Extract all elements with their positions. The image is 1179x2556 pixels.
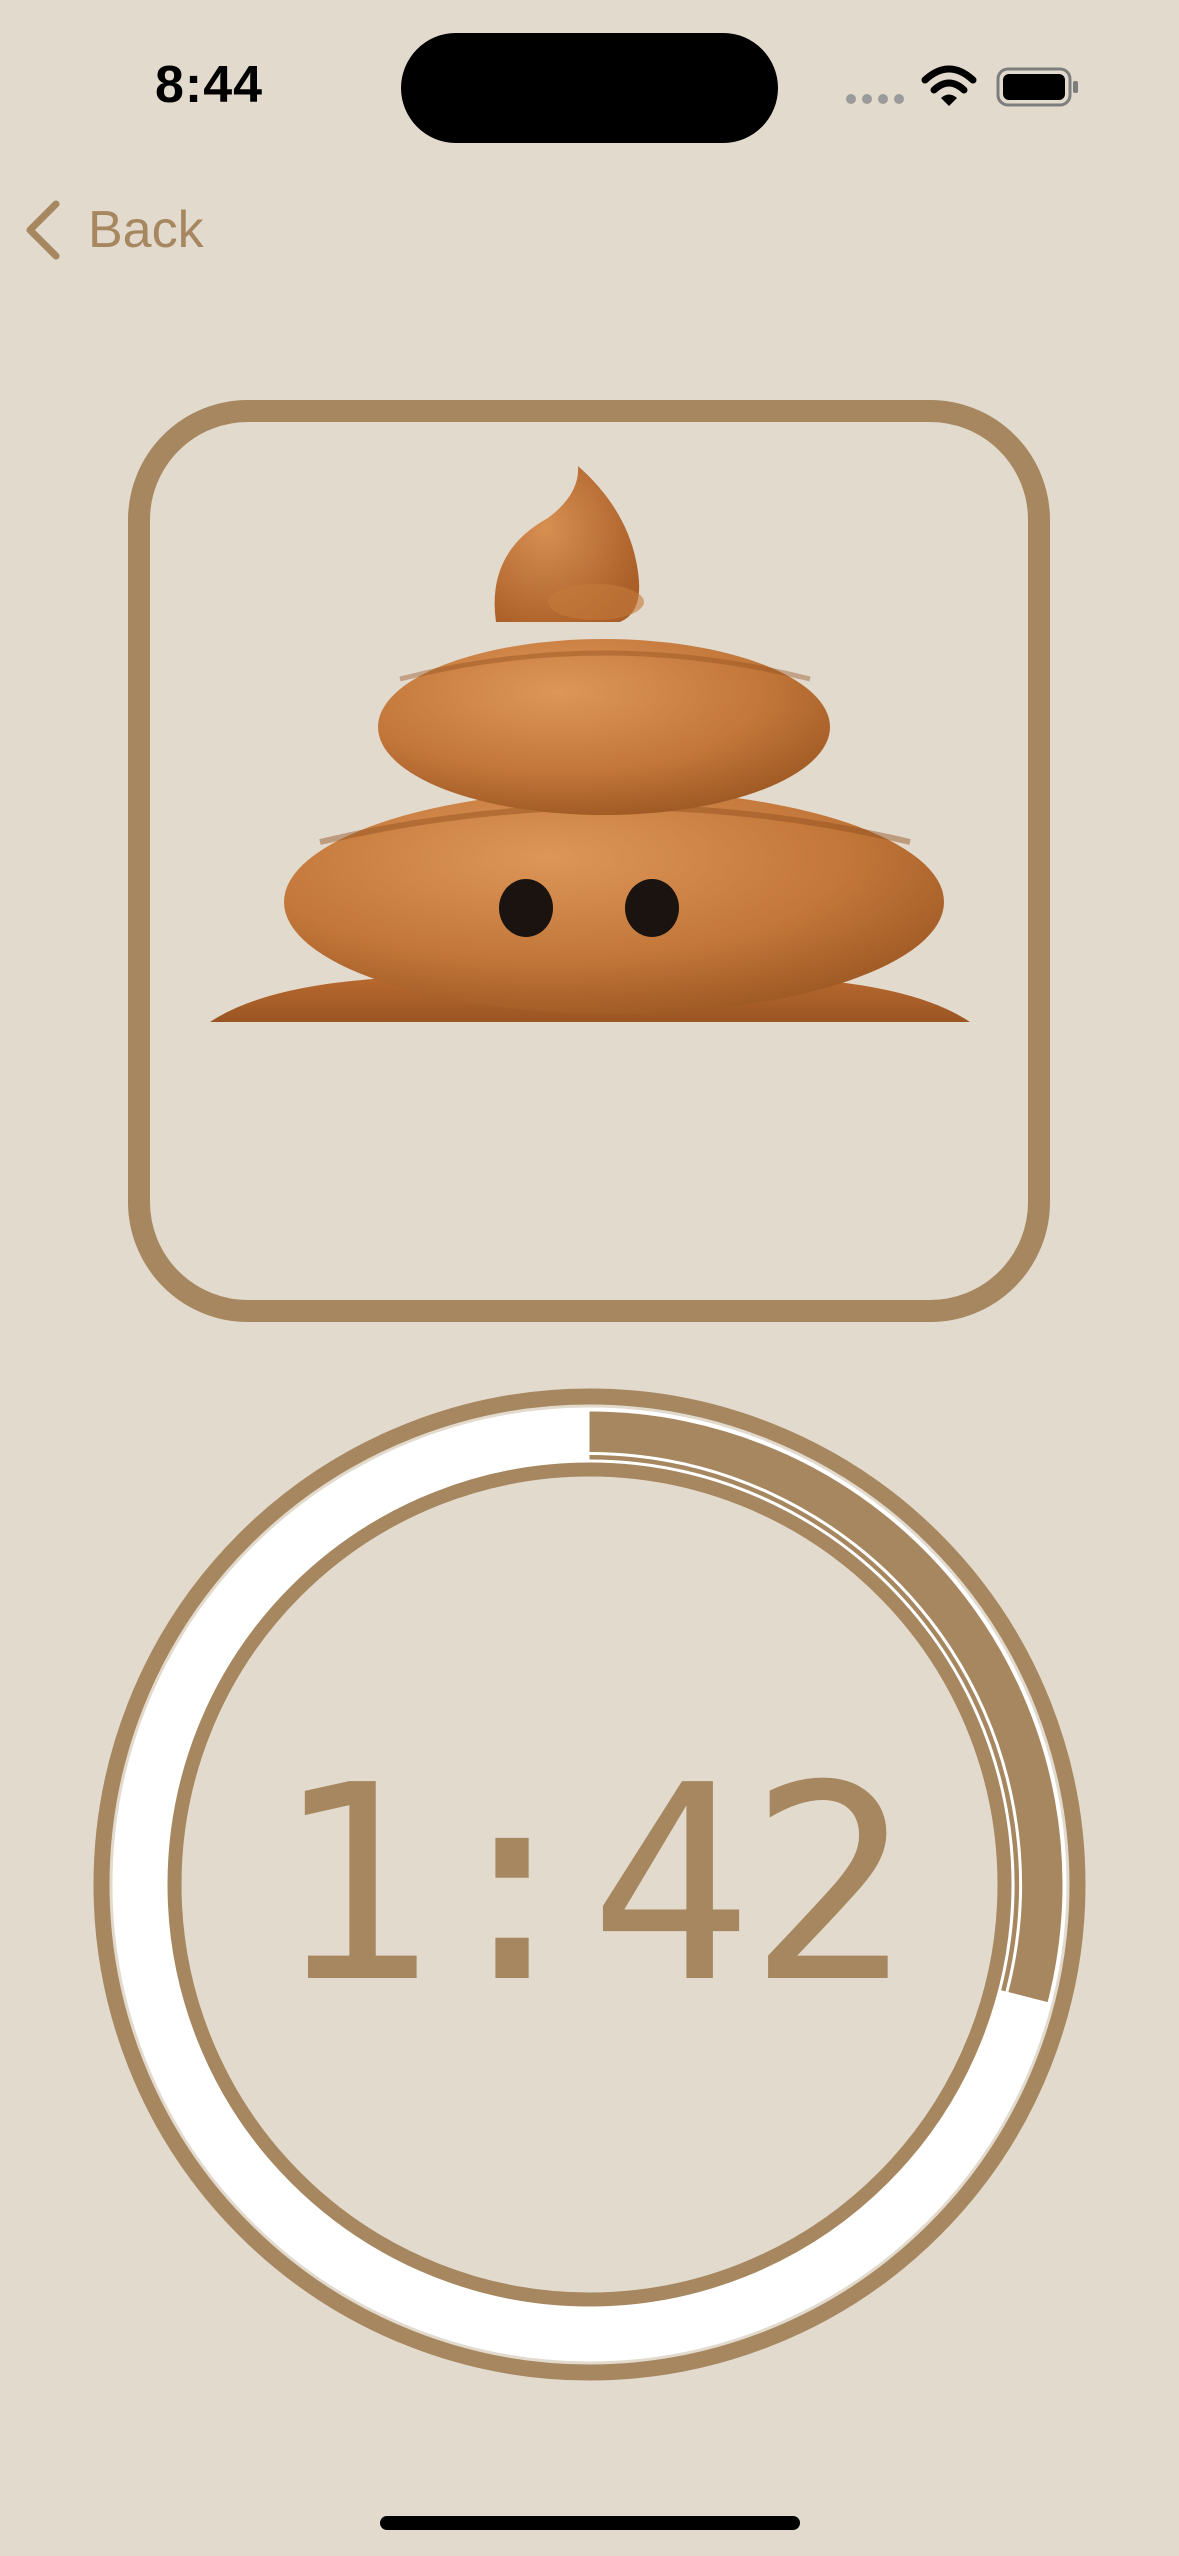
poop-image-frame bbox=[128, 400, 1050, 1322]
back-button[interactable]: Back bbox=[22, 190, 204, 270]
wifi-icon bbox=[921, 65, 977, 106]
poop-emoji-icon bbox=[210, 466, 970, 1022]
cellular-signal-icon bbox=[846, 94, 904, 104]
status-time: 8:44 bbox=[155, 56, 264, 114]
battery-icon bbox=[996, 67, 1078, 107]
home-indicator[interactable] bbox=[380, 2516, 800, 2530]
back-label: Back bbox=[88, 201, 204, 259]
dynamic-island bbox=[401, 33, 778, 143]
chevron-left-icon bbox=[26, 200, 60, 260]
timer-display: 1:42 bbox=[272, 1727, 910, 2042]
status-bar: 8:44 bbox=[0, 0, 1179, 160]
